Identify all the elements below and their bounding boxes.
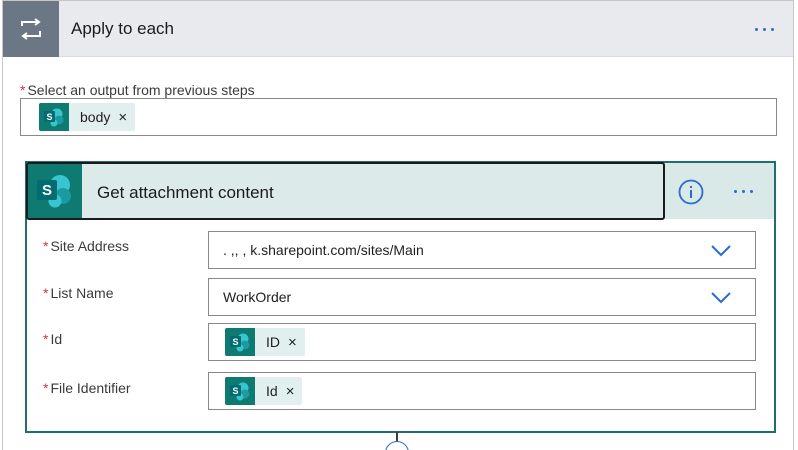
action-title: Get attachment content <box>97 183 274 202</box>
info-icon[interactable] <box>678 179 704 205</box>
body-token[interactable]: S body × <box>39 103 136 131</box>
get-attachment-content-card: S Get attachment content * Site Address .… <box>25 161 776 433</box>
svg-text:S: S <box>232 386 238 396</box>
action-more-icon[interactable] <box>734 190 753 193</box>
select-output-input[interactable]: S body × <box>20 98 777 136</box>
action-title-box[interactable]: S Get attachment content <box>26 162 665 220</box>
file-identifier-input[interactable]: S Id × <box>208 372 756 410</box>
remove-file-identifier-token-icon[interactable]: × <box>286 383 303 400</box>
svg-text:S: S <box>46 112 52 122</box>
apply-to-each-container: Apply to each * Select an output from pre… <box>2 0 794 450</box>
chevron-down-icon[interactable] <box>709 289 733 305</box>
list-name-value: WorkOrder <box>223 289 292 305</box>
list-name-label: * List Name <box>43 285 114 301</box>
id-label: * Id <box>43 331 63 347</box>
remove-id-token-icon[interactable]: × <box>288 334 305 351</box>
id-input[interactable]: S ID × <box>208 323 756 361</box>
loop-more-icon[interactable] <box>755 28 774 31</box>
site-address-value: . ,, , k.sharepoint.com/sites/Main <box>223 242 424 258</box>
file-identifier-label: * File Identifier <box>43 380 131 396</box>
apply-to-each-header[interactable]: Apply to each <box>3 1 793 57</box>
remove-body-token-icon[interactable]: × <box>118 109 135 126</box>
file-identifier-token-label: Id <box>266 383 278 399</box>
id-token-label: ID <box>266 334 280 350</box>
file-identifier-token[interactable]: S Id × <box>225 377 303 405</box>
site-address-label: * Site Address <box>43 238 130 254</box>
sharepoint-icon: S <box>225 328 255 356</box>
sharepoint-icon: S <box>39 103 69 131</box>
get-attachment-content-header[interactable]: S Get attachment content <box>26 162 774 220</box>
id-token[interactable]: S ID × <box>225 328 305 356</box>
body-token-label: body <box>80 109 111 125</box>
site-address-dropdown[interactable]: . ,, , k.sharepoint.com/sites/Main <box>208 231 756 269</box>
svg-text:S: S <box>42 182 52 199</box>
sharepoint-icon: S <box>28 164 82 218</box>
loop-icon <box>3 1 59 57</box>
apply-to-each-title: Apply to each <box>71 19 175 38</box>
sharepoint-icon: S <box>225 377 255 405</box>
select-output-label: * Select an output from previous steps <box>20 82 255 98</box>
chevron-down-icon[interactable] <box>709 242 733 258</box>
svg-text:S: S <box>232 337 238 347</box>
list-name-dropdown[interactable]: WorkOrder <box>208 278 756 316</box>
